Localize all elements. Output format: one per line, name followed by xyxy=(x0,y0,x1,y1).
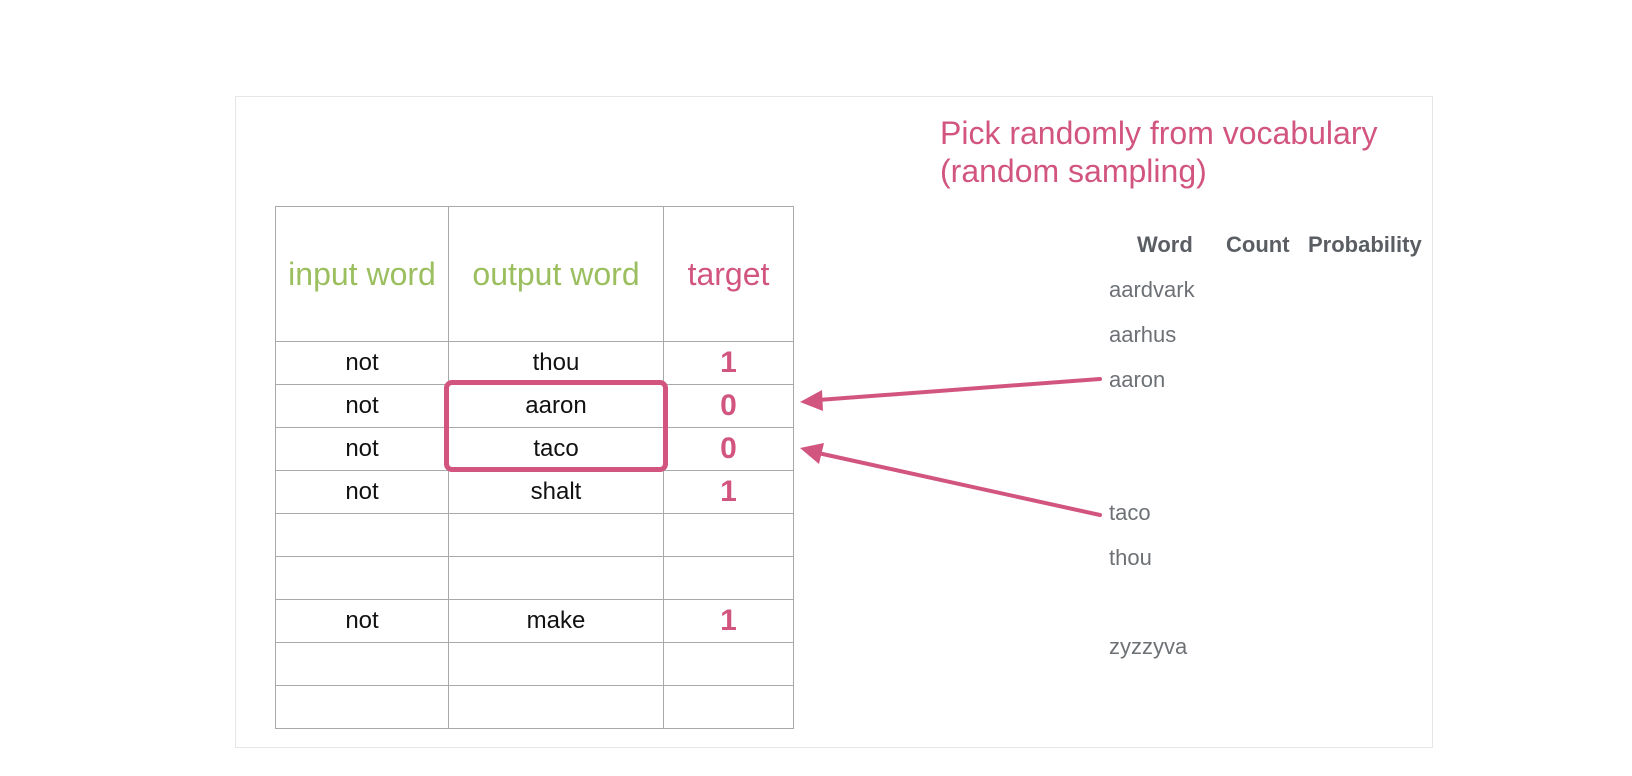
sampling-arrows xyxy=(800,377,1102,517)
arrow-aaron xyxy=(800,377,1102,411)
slide: Pick randomly from vocabulary (random sa… xyxy=(0,0,1632,776)
arrow-taco xyxy=(800,443,1102,517)
